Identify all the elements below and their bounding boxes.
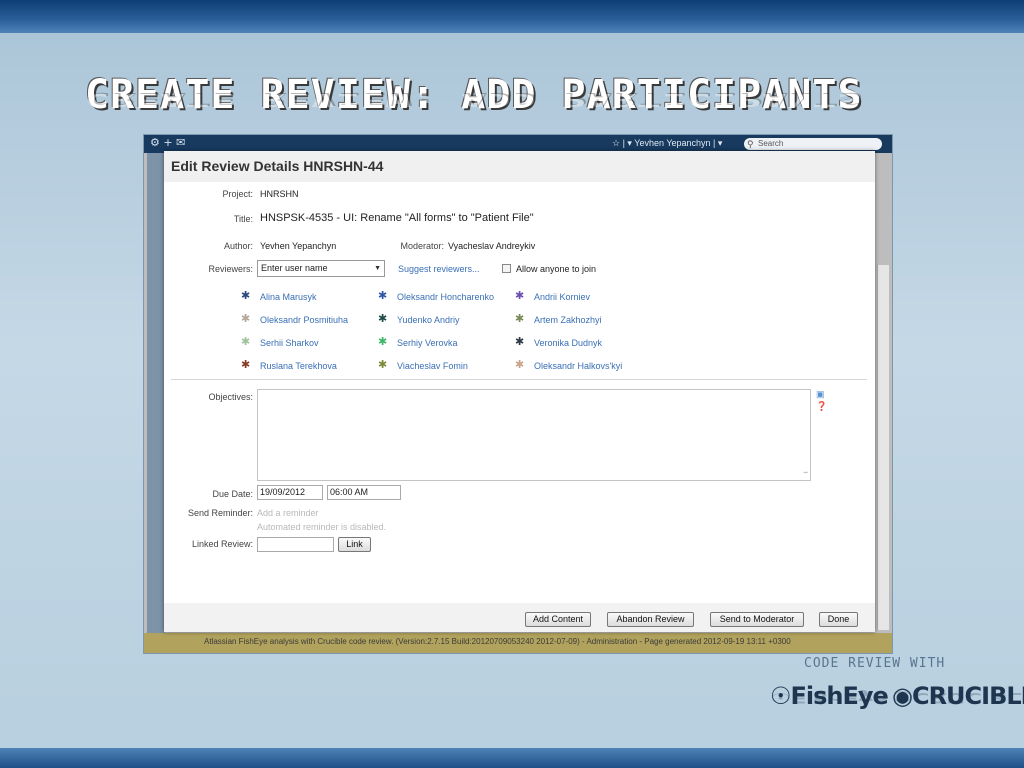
avatar-icon: ✱: [515, 359, 525, 371]
abandon-review-button[interactable]: Abandon Review: [607, 612, 694, 627]
search-icon: ⚲: [747, 139, 754, 149]
background-sidebar: [147, 153, 165, 633]
avatar-icon: ✱: [378, 359, 388, 371]
participant-name[interactable]: Oleksandr Honcharenko: [397, 292, 494, 302]
avatar-icon: ✱: [378, 313, 388, 325]
project-label: Project:: [222, 189, 253, 199]
avatar-icon: ✱: [378, 336, 388, 348]
participant-name[interactable]: Yudenko Andriy: [397, 315, 460, 325]
background-scrollbar[interactable]: [877, 265, 889, 630]
participant-name[interactable]: Artem Zakhozhyi: [534, 315, 602, 325]
wiki-markup-icon[interactable]: ▣: [816, 389, 826, 399]
author-value[interactable]: Yevhen Yepanchyn: [260, 241, 336, 251]
participant-name[interactable]: Alina Marusyk: [260, 292, 317, 302]
fisheye-logo-reflection: ☉FishEye: [770, 689, 888, 706]
participant-name[interactable]: Veronika Dudnyk: [534, 338, 602, 348]
avatar-icon: ✱: [241, 359, 251, 371]
search-input[interactable]: ⚲ Search: [744, 138, 882, 150]
done-button[interactable]: Done: [819, 612, 858, 627]
user-name: Yevhen Yepanchyn: [634, 138, 711, 148]
resize-handle-icon[interactable]: ⁗: [803, 471, 808, 479]
title-label: Title:: [233, 214, 253, 224]
participant-name[interactable]: Serhiy Verovka: [397, 338, 458, 348]
moderator-value[interactable]: Vyacheslav Andreykiv: [448, 241, 535, 251]
reviewer-input-text: Enter user name: [261, 263, 328, 273]
project-value: HNRSHN: [260, 189, 299, 199]
add-content-button[interactable]: Add Content: [525, 612, 591, 627]
divider: [171, 379, 867, 380]
participant-name[interactable]: Viacheslav Fomin: [397, 361, 468, 371]
slide-title-reflection: CREATE REVIEW: ADD PARTICIPANTS: [85, 89, 863, 110]
participant-name[interactable]: Andrii Korniev: [534, 292, 590, 302]
brand-tagline: CODE REVIEW WITH: [804, 656, 946, 671]
participant-name[interactable]: Serhii Sharkov: [260, 338, 319, 348]
dialog-title: Edit Review Details HNRSHN-44: [171, 158, 384, 174]
due-date-label: Due Date:: [212, 489, 253, 499]
allow-anyone-checkbox[interactable]: [502, 264, 511, 273]
linked-review-input[interactable]: [257, 537, 334, 552]
send-to-moderator-button[interactable]: Send to Moderator: [710, 612, 804, 627]
chevron-down-icon[interactable]: ▼: [374, 261, 381, 276]
avatar-icon: ✱: [241, 336, 251, 348]
review-title-value[interactable]: HNSPSK-4535 - UI: Rename "All forms" to …: [260, 212, 534, 224]
reminder-disabled-note: Automated reminder is disabled.: [257, 522, 387, 532]
avatar-icon: ✱: [515, 313, 525, 325]
search-placeholder: Search: [758, 139, 784, 148]
moderator-label: Moderator:: [400, 241, 444, 251]
avatar-icon: ✱: [515, 290, 525, 302]
participant-name[interactable]: Oleksandr Posmitiuha: [260, 315, 348, 325]
app-footer-text: Atlassian FishEye analysis with Crucible…: [204, 637, 791, 646]
reviewers-label: Reviewers:: [208, 264, 253, 274]
objectives-label: Objectives:: [208, 392, 253, 402]
slide-top-bar: [0, 0, 1024, 33]
avatar-icon: ✱: [378, 290, 388, 302]
allow-anyone-label: Allow anyone to join: [516, 264, 597, 274]
dialog-header: Edit Review Details HNRSHN-44: [164, 151, 875, 182]
participant-name[interactable]: Oleksandr Halkovs'kyi: [534, 361, 622, 371]
participant-name[interactable]: Ruslana Terekhova: [260, 361, 337, 371]
objectives-textarea[interactable]: ⁗: [257, 389, 811, 481]
suggest-reviewers-link[interactable]: Suggest reviewers...: [398, 264, 480, 274]
reviewer-input[interactable]: Enter user name ▼: [257, 260, 385, 277]
due-date-input[interactable]: 19/09/2012: [257, 485, 323, 500]
star-icon: ☆: [612, 138, 621, 148]
avatar-icon: ✱: [241, 313, 251, 325]
user-menu[interactable]: ☆ | ▾ Yevhen Yepanchyn | ▾: [612, 138, 722, 149]
due-time-input[interactable]: 06:00 AM: [327, 485, 401, 500]
send-reminder-label: Send Reminder:: [187, 508, 253, 518]
author-label: Author:: [223, 241, 253, 251]
slide-bottom-bar: [0, 748, 1024, 768]
crucible-logo-reflection: ◉CRUCIBLE: [892, 689, 1024, 706]
link-button[interactable]: Link: [338, 537, 371, 552]
avatar-icon: ✱: [515, 336, 525, 348]
linked-review-label: Linked Review:: [191, 539, 253, 549]
avatar-icon: ✱: [241, 290, 251, 302]
add-reminder-link[interactable]: Add a reminder: [257, 508, 319, 518]
edit-review-dialog: Edit Review Details HNRSHN-44 Project: H…: [164, 151, 875, 632]
app-menu-icons[interactable]: ⚙ + ✉: [150, 136, 185, 149]
app-footer: Atlassian FishEye analysis with Crucible…: [144, 633, 892, 653]
help-icon[interactable]: ❓: [816, 401, 827, 411]
